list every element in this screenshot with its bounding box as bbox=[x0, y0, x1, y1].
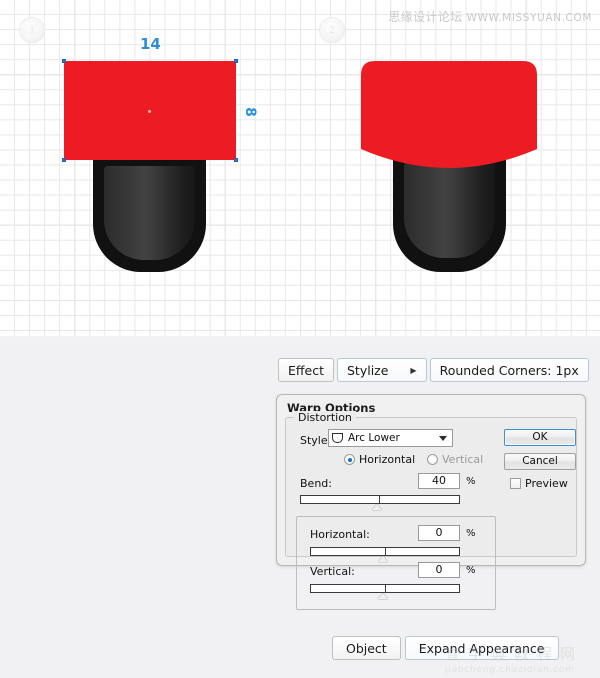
bend-unit: % bbox=[466, 476, 476, 487]
pen-body-highlight-2 bbox=[404, 162, 495, 258]
red-warped-shape[interactable] bbox=[361, 61, 537, 174]
measurement-label-height: 8 bbox=[241, 107, 258, 117]
watermark-bottom-url: jiaocheng.chazidian.com bbox=[445, 665, 575, 675]
measurement-label-width: 14 bbox=[140, 35, 161, 53]
ok-button[interactable]: OK bbox=[504, 429, 576, 446]
selection-handle-bottom-right[interactable] bbox=[234, 158, 238, 162]
orientation-radio-group: Horizontal Vertical bbox=[344, 453, 524, 469]
selection-handle-bottom-left[interactable] bbox=[62, 158, 66, 162]
radio-horizontal[interactable]: Horizontal bbox=[344, 453, 415, 466]
breadcrumb-effect[interactable]: Effect bbox=[278, 358, 334, 382]
breadcrumb-effect-label: Effect bbox=[288, 362, 324, 378]
distortion-vertical-unit: % bbox=[466, 565, 476, 576]
warp-options-dialog: Warp Options Style: Arc Lower Horizontal… bbox=[276, 394, 586, 610]
step-marker-1: 1 bbox=[19, 17, 45, 43]
pen-body-highlight-1 bbox=[104, 166, 195, 260]
chevron-right-icon: ▶ bbox=[410, 365, 417, 375]
dialog-body: Style: Arc Lower Horizontal Vertical Ben… bbox=[285, 411, 577, 610]
style-select[interactable]: Arc Lower bbox=[328, 429, 453, 447]
radio-horizontal-dot bbox=[344, 454, 355, 465]
step-marker-2: 2 bbox=[319, 17, 345, 43]
style-select-value: Arc Lower bbox=[348, 432, 400, 444]
distortion-vertical-label: Vertical: bbox=[310, 565, 355, 578]
arc-lower-icon bbox=[332, 433, 343, 443]
preview-checkbox-row[interactable]: Preview bbox=[510, 477, 568, 490]
style-label: Style: bbox=[300, 434, 332, 447]
breadcrumb-stylize[interactable]: Stylize ▶ bbox=[336, 358, 427, 382]
pen-body-shape-1[interactable] bbox=[93, 152, 206, 272]
chevron-down-icon[interactable] bbox=[439, 436, 447, 441]
distortion-vertical-slider[interactable] bbox=[310, 584, 460, 593]
selection-handle-top-left[interactable] bbox=[62, 59, 66, 63]
distortion-horizontal-slider-thumb[interactable] bbox=[378, 556, 388, 562]
distortion-vertical-input[interactable]: 0 bbox=[418, 562, 460, 578]
breadcrumb-rounded-corners-label: Rounded Corners: 1px bbox=[439, 362, 579, 378]
watermark-top-cn: 思缘设计论坛 bbox=[388, 10, 463, 24]
distortion-legend: Distortion bbox=[294, 411, 356, 424]
bend-slider-fill bbox=[301, 496, 380, 503]
breadcrumb-rounded-corners[interactable]: Rounded Corners: 1px bbox=[429, 358, 589, 382]
bend-slider-thumb[interactable] bbox=[372, 504, 382, 510]
distortion-vertical-slider-thumb[interactable] bbox=[378, 593, 388, 599]
radio-vertical-dot bbox=[427, 454, 438, 465]
cancel-button[interactable]: Cancel bbox=[504, 453, 576, 470]
expand-appearance-button[interactable]: Expand Appearance bbox=[404, 636, 559, 660]
watermark-top: 思缘设计论坛 WWW.MISSYUAN.COM bbox=[388, 8, 592, 25]
preview-label: Preview bbox=[525, 477, 568, 490]
bend-slider[interactable] bbox=[300, 495, 460, 504]
bend-label: Bend: bbox=[300, 477, 332, 490]
distortion-horizontal-slider-fill bbox=[311, 548, 386, 555]
footer-buttons: Object Expand Appearance bbox=[332, 636, 559, 660]
distortion-vertical-slider-fill bbox=[311, 585, 386, 592]
radio-vertical-label: Vertical bbox=[442, 453, 484, 466]
breadcrumb-stylize-label: Stylize bbox=[346, 362, 389, 378]
radio-horizontal-label: Horizontal bbox=[359, 453, 416, 466]
distortion-horizontal-label: Horizontal: bbox=[310, 528, 370, 541]
shape-center-point bbox=[148, 110, 151, 113]
lower-panel: Effect Stylize ▶ Rounded Corners: 1px Wa… bbox=[0, 338, 600, 678]
preview-checkbox[interactable] bbox=[510, 478, 521, 489]
illustration-canvas: 1 2 思缘设计论坛 WWW.MISSYUAN.COM 14 8 bbox=[0, 0, 600, 338]
selection-handle-top-right[interactable] bbox=[234, 59, 238, 63]
expand-appearance-label: Expand Appearance bbox=[418, 640, 545, 656]
bend-input[interactable]: 40 bbox=[418, 473, 460, 489]
object-menu-button[interactable]: Object bbox=[332, 636, 401, 660]
distortion-horizontal-input[interactable]: 0 bbox=[418, 525, 460, 541]
watermark-top-url: WWW.MISSYUAN.COM bbox=[466, 12, 592, 24]
radio-vertical[interactable]: Vertical bbox=[427, 453, 483, 466]
distortion-horizontal-unit: % bbox=[466, 528, 476, 539]
breadcrumb: Effect Stylize ▶ Rounded Corners: 1px bbox=[278, 358, 589, 382]
distortion-horizontal-slider[interactable] bbox=[310, 547, 460, 556]
object-menu-label: Object bbox=[346, 640, 387, 656]
